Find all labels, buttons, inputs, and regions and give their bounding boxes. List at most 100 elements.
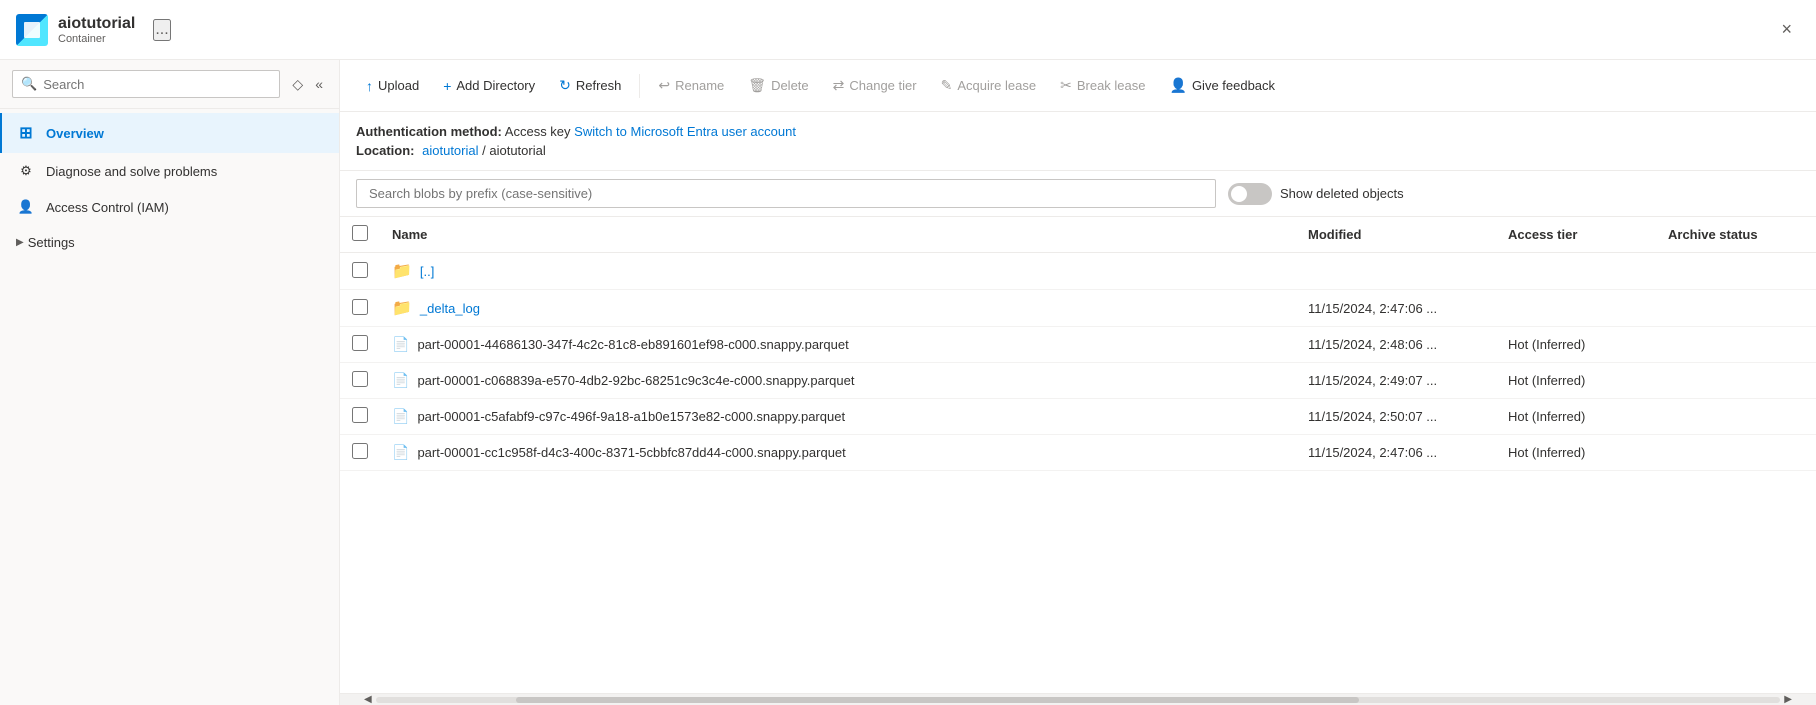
filter-button[interactable]: ◇	[288, 72, 307, 97]
row-archive-status-cell	[1656, 290, 1816, 327]
col-header-access-tier[interactable]: Access tier	[1496, 217, 1656, 253]
more-options-button[interactable]: ...	[153, 19, 170, 41]
table-row[interactable]: 📁 [..]	[340, 253, 1816, 290]
scrollbar-area: ◀ ▶	[340, 693, 1816, 705]
row-modified-cell	[1296, 253, 1496, 290]
row-name-cell: 📄 part-00001-44686130-347f-4c2c-81c8-eb8…	[380, 327, 1296, 363]
delete-label: Delete	[771, 78, 809, 93]
row-access-tier-cell: Hot (Inferred)	[1496, 435, 1656, 471]
give-feedback-icon: 👤	[1170, 77, 1187, 94]
collapse-button[interactable]: «	[311, 72, 327, 97]
table-row[interactable]: 📄 part-00001-cc1c958f-d4c3-400c-8371-5cb…	[340, 435, 1816, 471]
table-row[interactable]: 📁 _delta_log 11/15/2024, 2:47:06 ...	[340, 290, 1816, 327]
sidebar-item-overview[interactable]: ⊞ Overview	[0, 113, 339, 153]
row-archive-status-cell	[1656, 253, 1816, 290]
row-checkbox[interactable]	[352, 262, 368, 278]
row-access-tier-cell	[1496, 253, 1656, 290]
row-checkbox[interactable]	[352, 443, 368, 459]
upload-button[interactable]: ↑ Upload	[356, 72, 429, 100]
toggle-container: Show deleted objects	[1228, 183, 1404, 205]
search-input[interactable]	[43, 77, 271, 92]
select-all-checkbox[interactable]	[352, 225, 368, 241]
scrollbar-track[interactable]	[376, 697, 1781, 703]
file-name-container: 📁 _delta_log	[392, 298, 1284, 318]
row-checkbox[interactable]	[352, 407, 368, 423]
acquire-lease-button[interactable]: ✎ Acquire lease	[931, 71, 1047, 100]
sidebar-item-label-access-control: Access Control (IAM)	[46, 200, 169, 215]
row-archive-status-cell	[1656, 399, 1816, 435]
row-name-cell: 📁 _delta_log	[380, 290, 1296, 327]
delete-button[interactable]: 🗑 Delete	[738, 71, 818, 100]
break-lease-label: Break lease	[1077, 78, 1146, 93]
sidebar-search-area: 🔍 ◇ «	[0, 60, 339, 109]
file-name[interactable]: _delta_log	[420, 301, 480, 316]
file-name-container: 📁 [..]	[392, 261, 1284, 281]
auth-info-line: Authentication method: Access key Switch…	[356, 124, 1800, 139]
col-header-modified[interactable]: Modified	[1296, 217, 1496, 253]
row-archive-status-cell	[1656, 327, 1816, 363]
table-header-row: Name Modified Access tier Archive status	[340, 217, 1816, 253]
break-lease-button[interactable]: ✂ Break lease	[1050, 71, 1155, 100]
refresh-button[interactable]: ↻ Refresh	[549, 71, 631, 100]
location-link1[interactable]: aiotutorial	[422, 143, 478, 158]
scrollbar-thumb[interactable]	[516, 697, 1359, 703]
auth-label: Authentication method:	[356, 124, 502, 139]
row-modified-cell: 11/15/2024, 2:48:06 ...	[1296, 327, 1496, 363]
col-header-archive-status[interactable]: Archive status	[1656, 217, 1816, 253]
delete-icon: 🗑	[748, 77, 766, 94]
scroll-right-button[interactable]: ▶	[1780, 694, 1796, 705]
rename-icon: ↩	[658, 77, 670, 94]
table-row[interactable]: 📄 part-00001-c068839a-e570-4db2-92bc-682…	[340, 363, 1816, 399]
refresh-icon: ↻	[559, 77, 571, 94]
logo-icon	[16, 14, 48, 46]
col-header-check[interactable]	[340, 217, 380, 253]
table-row[interactable]: 📄 part-00001-c5afabf9-c97c-496f-9a18-a1b…	[340, 399, 1816, 435]
close-button[interactable]: ×	[1773, 15, 1800, 44]
change-tier-icon: ⇄	[833, 77, 845, 94]
row-archive-status-cell	[1656, 363, 1816, 399]
rename-button[interactable]: ↩ Rename	[648, 71, 734, 100]
row-checkbox[interactable]	[352, 299, 368, 315]
file-name[interactable]: [..]	[420, 264, 434, 279]
col-header-name[interactable]: Name	[380, 217, 1296, 253]
file-name: part-00001-c068839a-e570-4db2-92bc-68251…	[417, 373, 854, 388]
acquire-lease-icon: ✎	[941, 77, 953, 94]
search-box[interactable]: 🔍	[12, 70, 280, 98]
header-bar: aiotutorial Container ... ×	[0, 0, 1816, 60]
toolbar-divider-1	[639, 74, 640, 98]
row-check-cell	[340, 253, 380, 290]
overview-icon: ⊞	[16, 123, 36, 143]
add-directory-button[interactable]: + Add Directory	[433, 72, 545, 100]
location-text: aiotutorial	[489, 143, 545, 158]
scroll-left-button[interactable]: ◀	[360, 694, 376, 705]
table-body: 📁 [..] 📁 _delta_log 11/15/2024, 2:47:06 …	[340, 253, 1816, 471]
content-area: ↑ Upload + Add Directory ↻ Refresh ↩ Ren…	[340, 60, 1816, 705]
row-name-cell: 📄 part-00001-c5afabf9-c97c-496f-9a18-a1b…	[380, 399, 1296, 435]
info-bar: Authentication method: Access key Switch…	[340, 112, 1816, 171]
break-lease-icon: ✂	[1060, 77, 1072, 94]
table-row[interactable]: 📄 part-00001-44686130-347f-4c2c-81c8-eb8…	[340, 327, 1816, 363]
change-tier-button[interactable]: ⇄ Change tier	[823, 71, 927, 100]
sidebar-item-settings[interactable]: ▶ Settings	[0, 225, 339, 260]
row-name-cell: 📁 [..]	[380, 253, 1296, 290]
access-control-icon: 👤	[16, 199, 36, 215]
row-checkbox[interactable]	[352, 335, 368, 351]
give-feedback-button[interactable]: 👤 Give feedback	[1160, 71, 1286, 100]
row-modified-cell: 11/15/2024, 2:47:06 ...	[1296, 435, 1496, 471]
sidebar-item-label-overview: Overview	[46, 126, 104, 141]
row-archive-status-cell	[1656, 435, 1816, 471]
auth-switch-link[interactable]: Switch to Microsoft Entra user account	[574, 124, 796, 139]
row-access-tier-cell	[1496, 290, 1656, 327]
blob-search-input[interactable]	[356, 179, 1216, 208]
sidebar-item-diagnose[interactable]: ⚙ Diagnose and solve problems	[0, 153, 339, 189]
file-name: part-00001-cc1c958f-d4c3-400c-8371-5cbbf…	[417, 445, 845, 460]
rename-label: Rename	[675, 78, 724, 93]
row-check-cell	[340, 327, 380, 363]
sidebar-item-access-control[interactable]: 👤 Access Control (IAM)	[0, 189, 339, 225]
search-icon: 🔍	[21, 76, 37, 92]
main-layout: 🔍 ◇ « ⊞ Overview ⚙ Diagnose and solve pr…	[0, 60, 1816, 705]
show-deleted-toggle[interactable]	[1228, 183, 1272, 205]
upload-label: Upload	[378, 78, 419, 93]
file-name: part-00001-44686130-347f-4c2c-81c8-eb891…	[417, 337, 848, 352]
row-checkbox[interactable]	[352, 371, 368, 387]
